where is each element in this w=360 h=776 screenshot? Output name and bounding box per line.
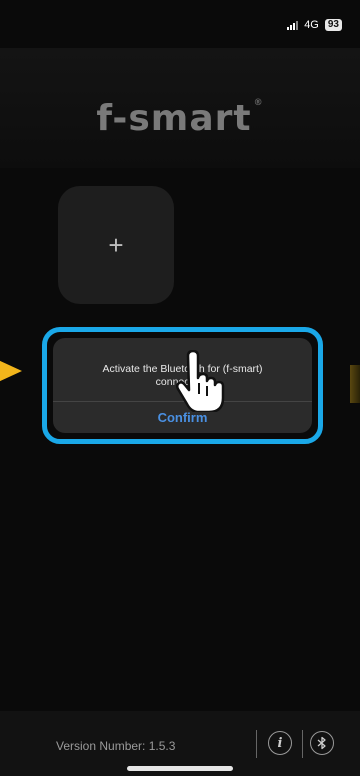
status-bar: 4G 93 — [287, 18, 342, 32]
version-number: Version Number: 1.5.3 — [56, 739, 176, 753]
trademark-mark: ® — [253, 98, 264, 108]
app-logo: f-smart ® — [0, 98, 360, 139]
add-device-button[interactable]: + — [58, 186, 174, 304]
bluetooth-glyph-icon — [317, 736, 326, 750]
footer-divider — [302, 730, 303, 758]
info-icon[interactable]: i — [268, 731, 292, 755]
pointer-arrow-stub — [350, 365, 360, 403]
home-indicator[interactable] — [127, 766, 233, 771]
hand-pointer-icon — [175, 350, 225, 412]
pointer-arrow-icon — [0, 360, 22, 382]
logo-text: f-smart — [96, 98, 252, 139]
signal-icon — [287, 20, 299, 30]
plus-icon: + — [108, 230, 124, 260]
bluetooth-icon[interactable] — [310, 731, 334, 755]
footer-divider — [256, 730, 257, 758]
app-screen: 4G 93 f-smart ® + Activate the Bluetooth … — [0, 0, 360, 776]
network-type: 4G — [304, 19, 319, 31]
battery-level: 93 — [324, 19, 342, 31]
